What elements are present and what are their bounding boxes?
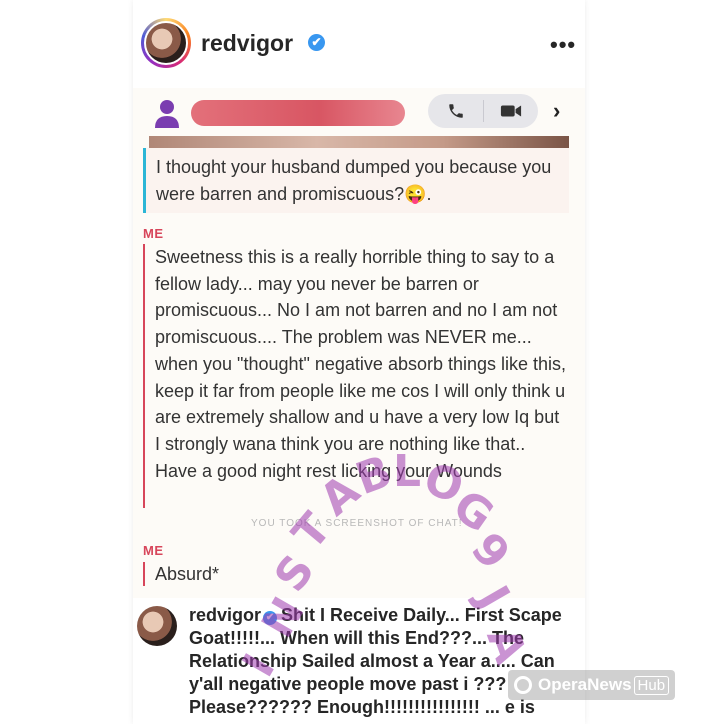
caption-avatar[interactable] <box>137 606 177 646</box>
chat-message-text: Sweetness this is a really horrible thin… <box>155 247 567 481</box>
chat-message[interactable]: Sweetness this is a really horrible thin… <box>143 244 567 508</box>
call-divider <box>483 100 484 122</box>
voice-call-button[interactable] <box>428 94 483 128</box>
opera-brand-text: OperaNews <box>538 675 632 694</box>
message-sender-label: ME <box>143 226 164 241</box>
opera-news-hub-watermark: OperaNews Hub <box>508 670 676 700</box>
chevron-right-icon[interactable]: › <box>553 98 560 124</box>
instagram-post: redvigor ✔ ••• › I thought your husband … <box>133 0 585 724</box>
verified-badge-icon: ✔ <box>308 34 325 51</box>
post-username[interactable]: redvigor <box>201 30 293 57</box>
chat-header: › <box>133 88 585 136</box>
opera-hub-text: Hub <box>633 675 670 695</box>
person-icon <box>155 100 179 128</box>
verified-badge-icon: ✔ <box>263 611 278 625</box>
caption-username[interactable]: redvigor <box>189 605 261 625</box>
chat-screenshot: › I thought your husband dumped you beca… <box>133 88 585 598</box>
more-options-icon[interactable]: ••• <box>550 32 576 58</box>
profile-avatar[interactable] <box>141 18 191 68</box>
post-caption: redvigor ✔ Shit I Receive Daily... First S… <box>133 598 585 724</box>
post-header: redvigor ✔ ••• <box>133 0 585 88</box>
phone-icon <box>448 104 463 118</box>
opera-logo-icon <box>514 676 532 694</box>
video-camera-icon <box>500 105 521 117</box>
quoted-message-text: I thought your husband dumped you becaus… <box>156 157 552 204</box>
screenshot-notice: YOU TOOK A SCREENSHOT OF CHAT! <box>251 518 463 529</box>
avatar-photo <box>144 21 188 65</box>
chat-message-text: Absurd* <box>155 564 220 584</box>
chat-message[interactable]: Absurd* <box>143 562 343 586</box>
message-sender-label: ME <box>143 543 164 558</box>
cropped-photo <box>149 136 569 148</box>
caption-text-block: redvigor ✔ Shit I Receive Daily... First S… <box>189 604 585 719</box>
video-call-button[interactable] <box>483 94 538 128</box>
quoted-message: I thought your husband dumped you becaus… <box>143 148 569 213</box>
redacted-name <box>191 100 405 126</box>
call-controls <box>428 94 538 128</box>
